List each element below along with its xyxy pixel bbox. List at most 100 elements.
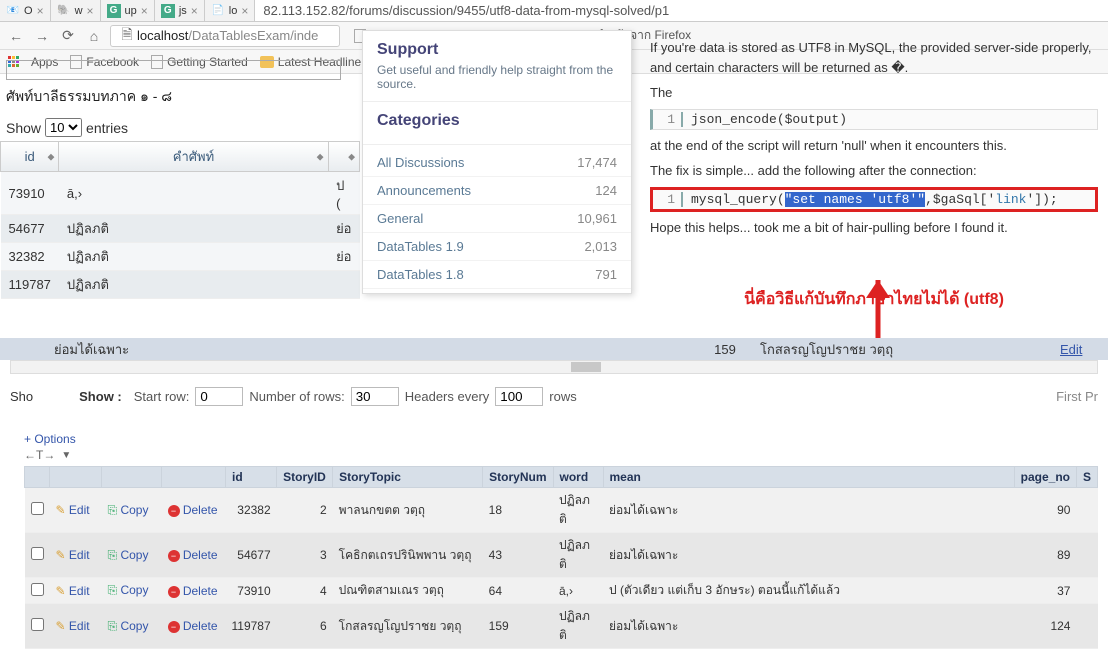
- table-row[interactable]: ✎ Edit⎘ Copy− Delete323822พาลนกขตต วตฺถุ…: [25, 488, 1098, 533]
- col-id[interactable]: id◆: [1, 142, 59, 172]
- copy-link[interactable]: Copy: [120, 619, 148, 633]
- cell-storynum: 159: [690, 342, 760, 357]
- delete-link[interactable]: Delete: [183, 584, 218, 598]
- code-block-fix: 1 mysql_query("set names 'utf8'",$gaSql[…: [650, 187, 1098, 212]
- pencil-icon: ✎: [56, 548, 66, 562]
- home-icon[interactable]: ⌂: [84, 26, 104, 46]
- length-show-label: Show: [6, 120, 41, 136]
- code-block: 1 json_encode($output): [650, 109, 1098, 130]
- forum-post: If you're data is stored as UTF8 in MySQ…: [640, 32, 1108, 312]
- col-term[interactable]: คำศัพท์◆: [59, 142, 328, 172]
- address-bar[interactable]: 🗎 localhost/DataTablesExam/inde: [110, 25, 340, 47]
- copy-icon: ⎘: [108, 619, 118, 633]
- headers-every-input[interactable]: [495, 387, 543, 406]
- cell-word: ปฏิลภติ: [553, 604, 603, 649]
- cell-pageno: 37: [1014, 578, 1076, 604]
- highlighted-code: "set names 'utf8'": [785, 192, 925, 207]
- copy-link[interactable]: Copy: [120, 583, 148, 597]
- back-icon[interactable]: ←: [6, 26, 26, 46]
- window-url[interactable]: 82.113.152.82/forums/discussion/9455/utf…: [255, 0, 1108, 21]
- cell-pageno: 124: [1014, 604, 1076, 649]
- col-storynum[interactable]: StoryNum: [483, 467, 553, 488]
- browser-tab[interactable]: 🐘w×: [51, 0, 101, 21]
- close-icon[interactable]: ×: [241, 4, 248, 18]
- forum-paragraph: at the end of the script will return 'nu…: [650, 136, 1098, 156]
- copy-link[interactable]: Copy: [120, 548, 148, 562]
- cell-word: ā,›: [553, 578, 603, 604]
- col-mean[interactable]: mean: [603, 467, 1014, 488]
- delete-link[interactable]: Delete: [183, 619, 218, 633]
- table-row[interactable]: ✎ Edit⎘ Copy− Delete1197876โกสลรญโญปราชย…: [25, 604, 1098, 649]
- delete-link[interactable]: Delete: [183, 503, 218, 517]
- pencil-icon: ✎: [56, 584, 66, 598]
- favicon-icon: 📄: [211, 4, 225, 18]
- edit-link[interactable]: Edit: [69, 548, 90, 562]
- close-icon[interactable]: ×: [141, 4, 148, 18]
- row-checkbox[interactable]: [31, 502, 44, 515]
- col-pageno[interactable]: page_no: [1014, 467, 1076, 488]
- move-arrows-icon[interactable]: ←T→: [24, 448, 55, 462]
- col-edit: [50, 467, 102, 488]
- category-item[interactable]: DataTables 1.8791: [363, 261, 631, 289]
- category-item[interactable]: DataTables 1.92,013: [363, 233, 631, 261]
- pagination-first-prev[interactable]: First Pr: [1056, 389, 1098, 404]
- forum-paragraph: If you're data is stored as UTF8 in MySQ…: [650, 38, 1098, 77]
- reload-icon[interactable]: ⟳: [58, 26, 78, 46]
- favicon-icon: G: [107, 4, 121, 18]
- table-row[interactable]: 73910ā,›ป (: [1, 172, 360, 215]
- edit-link[interactable]: Edit: [69, 503, 90, 517]
- col-storytopic[interactable]: StoryTopic: [333, 467, 483, 488]
- col-storyid[interactable]: StoryID: [277, 467, 333, 488]
- chevron-down-icon[interactable]: ▼: [61, 450, 71, 461]
- table-row[interactable]: ✎ Edit⎘ Copy− Delete739104ปณฑิตสามเณร วต…: [25, 578, 1098, 604]
- browser-tab[interactable]: 📧O×: [0, 0, 51, 21]
- close-icon[interactable]: ×: [191, 4, 198, 18]
- browser-tab[interactable]: Gup×: [101, 0, 155, 21]
- delete-link[interactable]: Delete: [183, 548, 218, 562]
- table-row[interactable]: 32382ปฏิลภติย่อ: [1, 243, 360, 271]
- search-input[interactable]: [6, 60, 341, 80]
- row-checkbox[interactable]: [31, 583, 44, 596]
- table-row[interactable]: ✎ Edit⎘ Copy− Delete546773โคธิกตเถรปรินิ…: [25, 533, 1098, 578]
- cell-mean: ย่อมได้เฉพาะ: [603, 604, 1014, 649]
- col-s[interactable]: S: [1076, 467, 1097, 488]
- edit-link[interactable]: Edit: [69, 619, 90, 633]
- forward-icon[interactable]: →: [32, 26, 52, 46]
- edit-link[interactable]: Edit: [1060, 342, 1108, 357]
- table-row[interactable]: 119787ปฏิลภติ: [1, 271, 360, 299]
- col-right[interactable]: ◆: [328, 142, 359, 172]
- category-item[interactable]: All Discussions17,474: [363, 149, 631, 177]
- row-checkbox[interactable]: [31, 618, 44, 631]
- copy-icon: ⎘: [108, 583, 118, 597]
- browser-tab[interactable]: 📄lo×: [205, 0, 256, 21]
- cell-id: 73910: [226, 578, 277, 604]
- copy-link[interactable]: Copy: [120, 503, 148, 517]
- browser-tab[interactable]: Gjs×: [155, 0, 205, 21]
- category-item[interactable]: General10,961: [363, 205, 631, 233]
- url-path: /DataTablesExam/inde: [188, 28, 318, 43]
- length-select[interactable]: 10: [45, 118, 82, 137]
- close-icon[interactable]: ×: [87, 4, 94, 18]
- scrollbar-thumb[interactable]: [571, 362, 601, 372]
- pagination-controls: Sho Show : Start row: Number of rows: He…: [0, 382, 1108, 410]
- row-checkbox[interactable]: [31, 547, 44, 560]
- num-rows-input[interactable]: [351, 387, 399, 406]
- headers-every-label: Headers every: [405, 389, 490, 404]
- close-icon[interactable]: ×: [37, 4, 44, 18]
- favicon-icon: G: [161, 4, 175, 18]
- edit-link[interactable]: Edit: [69, 584, 90, 598]
- horizontal-scrollbar[interactable]: [10, 360, 1098, 374]
- dictionary-table: id◆ คำศัพท์◆ ◆ 73910ā,›ป ( 54677ปฏิลภติย…: [0, 141, 360, 299]
- category-item[interactable]: Announcements124: [363, 177, 631, 205]
- start-row-input[interactable]: [195, 387, 243, 406]
- phpmyadmin-results: + Options ←T→ ▼ id StoryID StoryTopic St…: [24, 432, 1098, 649]
- col-id[interactable]: id: [226, 467, 277, 488]
- start-row-label: Start row:: [134, 389, 190, 404]
- table-row[interactable]: 54677ปฏิลภติย่อ: [1, 215, 360, 243]
- cell-storytopic: ปณฑิตสามเณร วตฺถุ: [333, 578, 483, 604]
- cell-storyid: 6: [277, 604, 333, 649]
- delete-icon: −: [168, 505, 180, 517]
- options-link[interactable]: + Options: [24, 432, 1098, 446]
- col-word[interactable]: word: [553, 467, 603, 488]
- col-check[interactable]: [25, 467, 50, 488]
